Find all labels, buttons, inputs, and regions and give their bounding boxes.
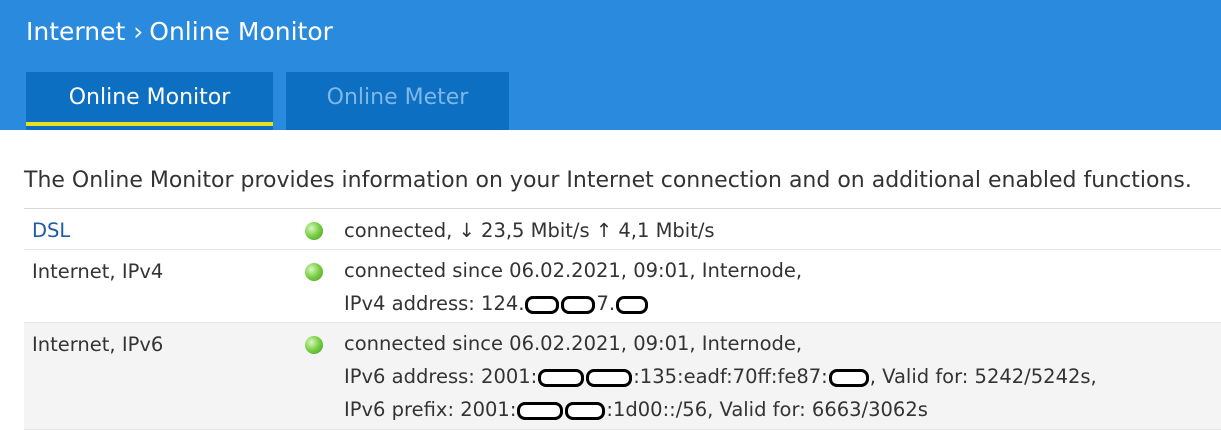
ipv6-address-line: IPv6 address: 2001: :135:eadf:70ff:fe87:,… — [344, 360, 1097, 393]
breadcrumb-current: Online Monitor — [149, 17, 333, 46]
ipv6-status-text: connected since 06.02.2021, 09:01, Inter… — [344, 332, 803, 355]
redaction-mark — [538, 368, 585, 387]
chevron-right-icon: › — [133, 17, 144, 46]
ipv4-details: connected since 06.02.2021, 09:01, Inter… — [344, 254, 802, 320]
ipv4-address-line: IPv4 address: 124. 7. — [344, 287, 802, 320]
ipv4-label: Internet, IPv4 — [32, 260, 164, 283]
redaction-mark — [525, 295, 560, 314]
dsl-status-text: connected, ↓ 23,5 Mbit/s ↑ 4,1 Mbit/s — [344, 219, 715, 242]
tab-online-meter[interactable]: Online Meter — [286, 72, 509, 130]
page-description: The Online Monitor provides information … — [24, 168, 1192, 193]
dsl-link[interactable]: DSL — [32, 219, 70, 242]
ipv6-prefix-start: IPv6 prefix: 2001: — [344, 398, 517, 421]
redaction-mark — [586, 368, 633, 387]
status-led-icon — [305, 336, 323, 354]
active-tab-indicator — [26, 122, 273, 126]
redaction-mark — [828, 368, 869, 387]
table-row-ipv6: Internet, IPv6 connected since 06.02.202… — [24, 323, 1221, 430]
ipv6-address-mid: :135:eadf:70ff:fe87: — [633, 365, 828, 388]
ipv4-address-mid: 7. — [596, 292, 616, 315]
header-bar: Internet › Online Monitor Online Monitor O… — [0, 0, 1221, 130]
ipv6-address-prefix: IPv6 address: 2001: — [344, 365, 538, 388]
redaction-mark — [616, 295, 649, 314]
ipv6-details: connected since 06.02.2021, 09:01, Inter… — [344, 327, 1097, 426]
breadcrumb-parent[interactable]: Internet — [26, 17, 125, 46]
status-table: DSL connected, ↓ 23,5 Mbit/s ↑ 4,1 Mbit/… — [24, 208, 1221, 430]
status-led-icon — [305, 222, 323, 240]
tab-online-monitor-label: Online Monitor — [68, 85, 231, 110]
dsl-details: connected, ↓ 23,5 Mbit/s ↑ 4,1 Mbit/s — [344, 214, 715, 247]
ipv4-status-text: connected since 06.02.2021, 09:01, Inter… — [344, 259, 803, 282]
redaction-mark — [561, 295, 596, 314]
table-row-dsl: DSL connected, ↓ 23,5 Mbit/s ↑ 4,1 Mbit/… — [24, 209, 1221, 250]
redaction-mark — [565, 401, 606, 420]
table-row-ipv4: Internet, IPv4 connected since 06.02.202… — [24, 250, 1221, 323]
tab-online-meter-label: Online Meter — [326, 85, 469, 110]
ipv6-address-suffix: , Valid for: 5242/5242s, — [869, 365, 1097, 388]
ipv6-prefix-mid: :1d00::/56, Valid for: 6663/3062s — [606, 398, 928, 421]
ipv6-prefix-line: IPv6 prefix: 2001: :1d00::/56, Valid for:… — [344, 393, 1097, 426]
status-led-icon — [305, 263, 323, 281]
tab-online-monitor[interactable]: Online Monitor — [26, 72, 273, 130]
ipv6-label: Internet, IPv6 — [32, 333, 164, 356]
ipv4-address-prefix: IPv4 address: 124. — [344, 292, 525, 315]
breadcrumb: Internet › Online Monitor — [26, 17, 333, 46]
redaction-mark — [517, 401, 564, 420]
